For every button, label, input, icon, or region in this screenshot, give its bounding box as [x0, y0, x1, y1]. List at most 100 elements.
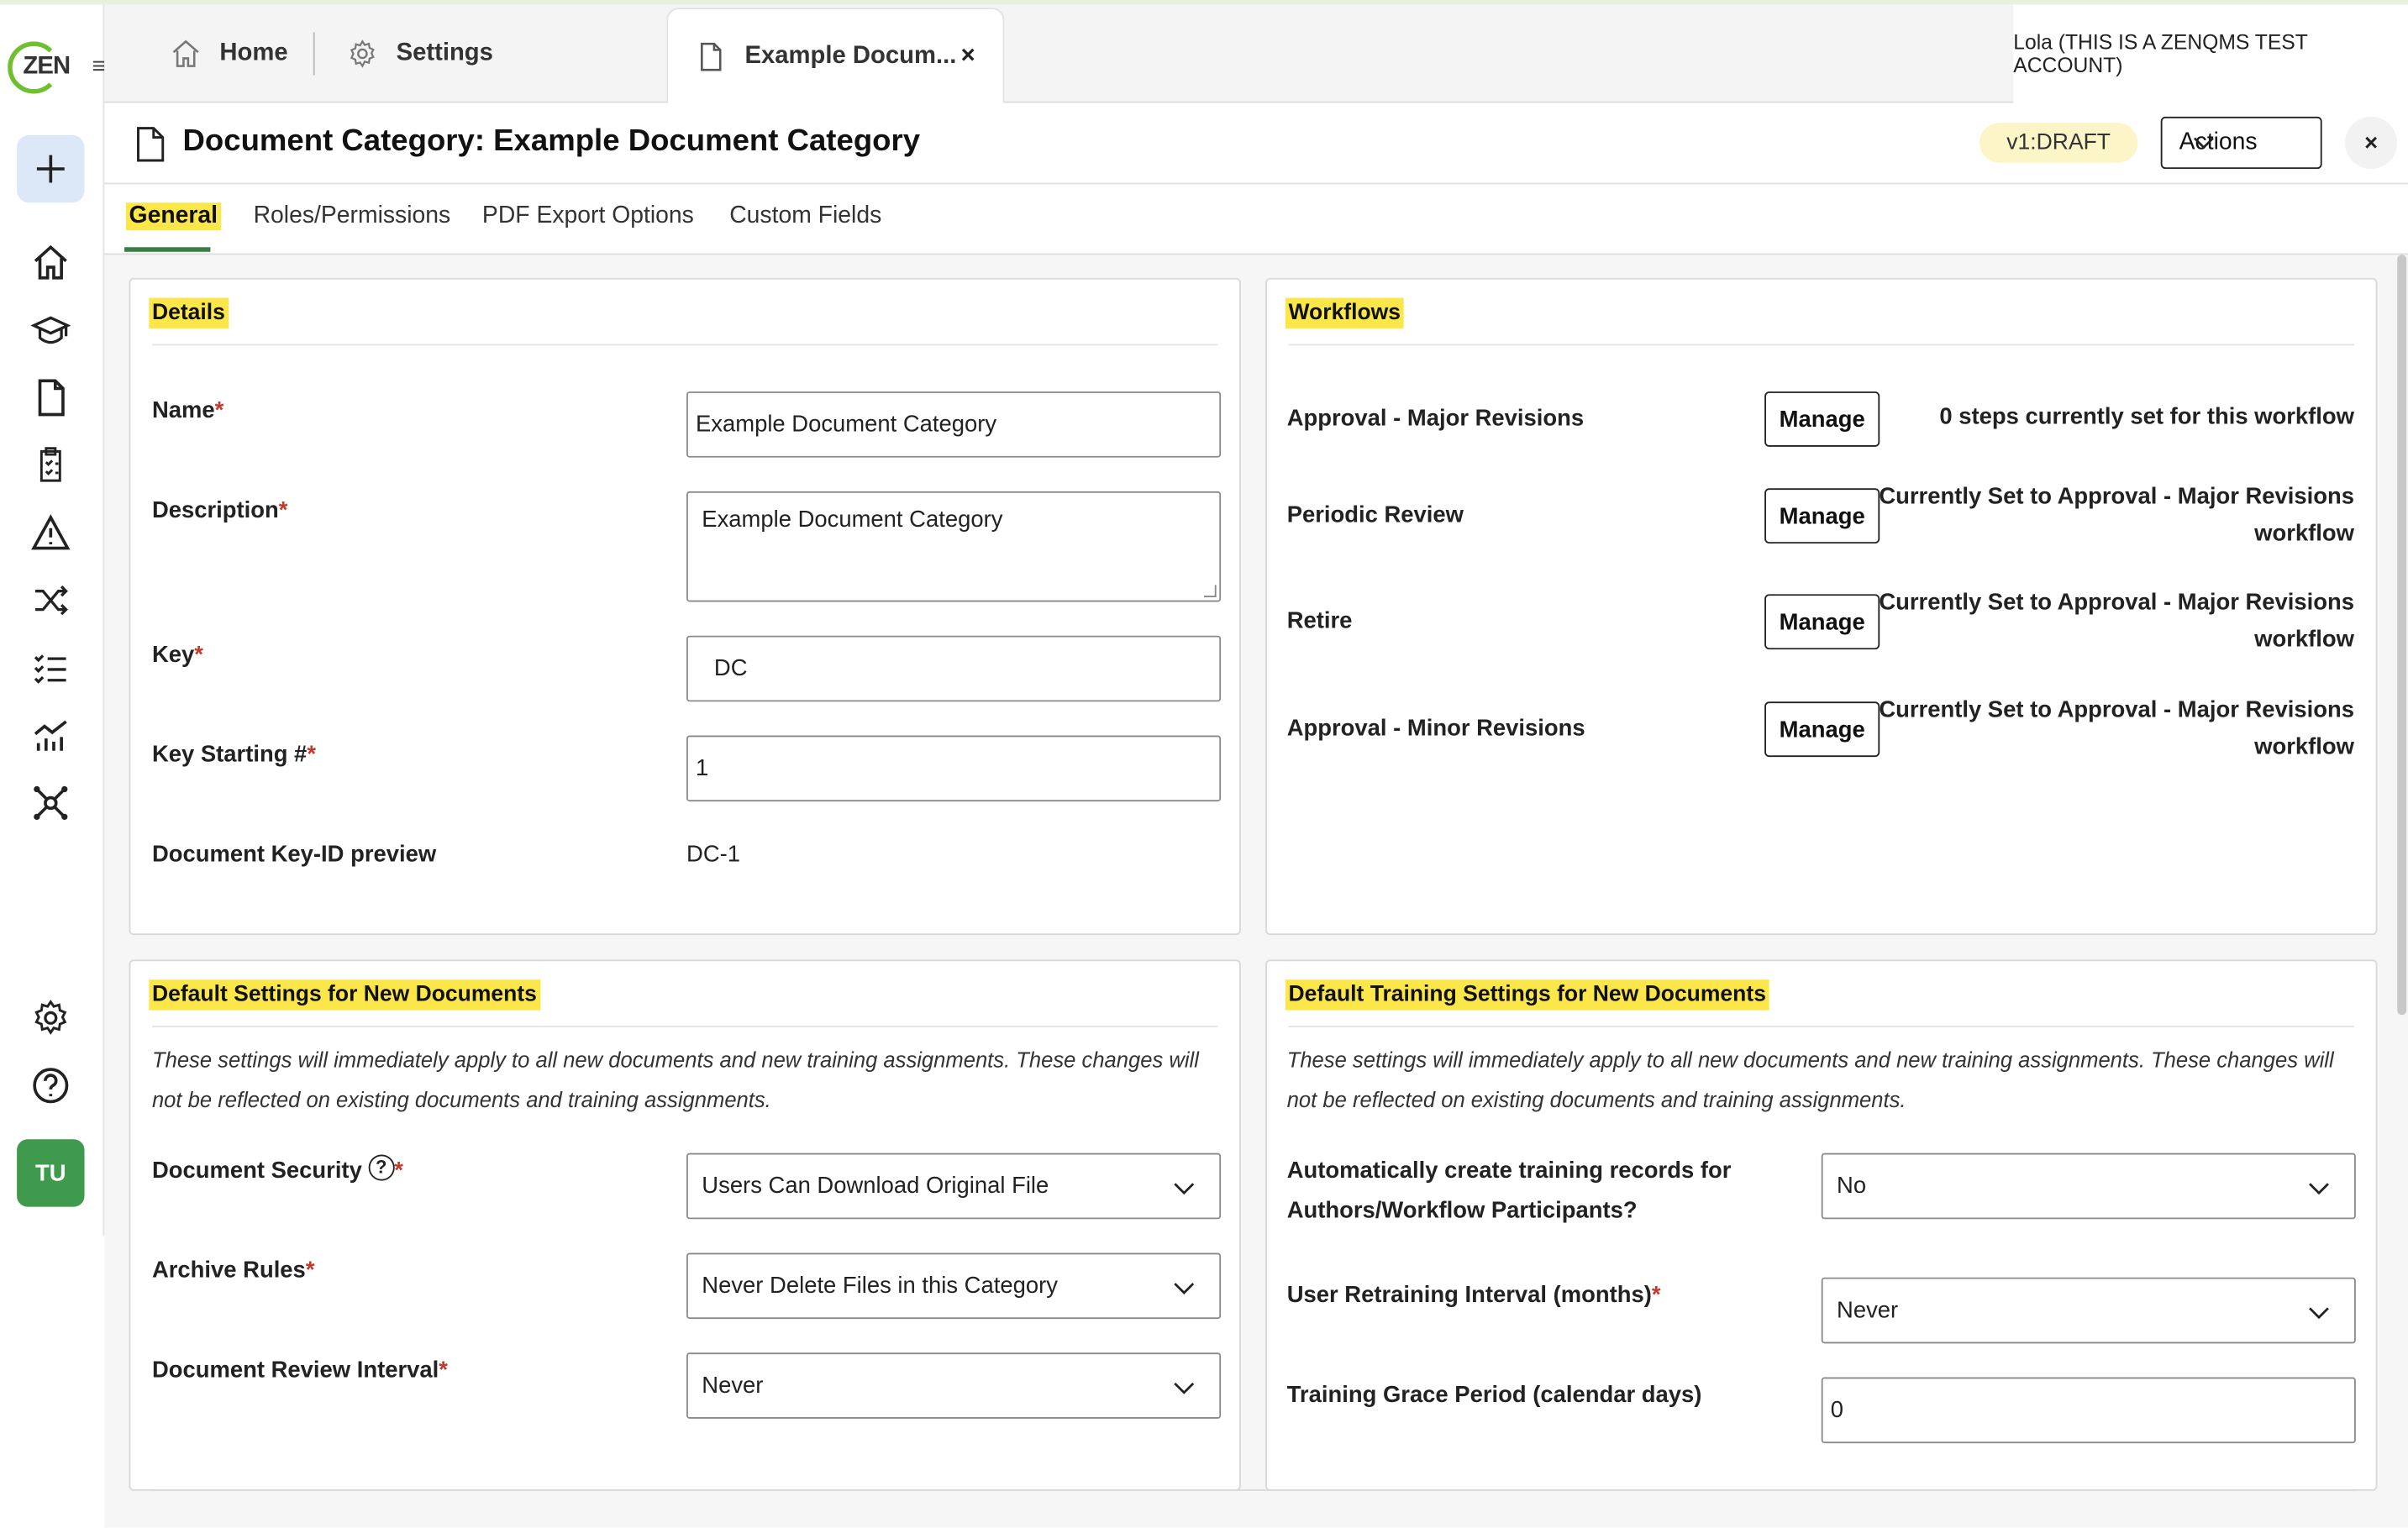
document-icon [701, 41, 722, 71]
shuffle-icon[interactable] [29, 579, 72, 622]
workflow-name: Retire [1286, 607, 1353, 634]
version-status-badge: v1:DRAFT [1980, 123, 2138, 163]
plus-icon [36, 155, 65, 183]
document-security-value: Users Can Download Original File [702, 1173, 1049, 1200]
document-security-label: Document Security? * [152, 1152, 403, 1192]
tab-example-document-label: Example Docum... [744, 42, 957, 69]
warning-icon[interactable] [29, 512, 72, 554]
default-settings-panel: Default Settings for New Documents These… [129, 959, 1241, 1491]
default-settings-note: These settings will immediately apply to… [151, 1047, 1199, 1112]
workflows-panel: Workflows Approval - Major Revisions Man… [1265, 277, 2378, 936]
required-mark: * [278, 497, 288, 524]
main-content: Details Name* Example Document Category … [104, 255, 2408, 1528]
create-new-button[interactable] [17, 134, 85, 203]
workflow-status: Currently Set to Approval - Major Revisi… [1879, 589, 2355, 653]
tab-settings[interactable]: Settings [347, 4, 493, 102]
logo-text: ZEN [23, 53, 71, 81]
actions-label: Actions [2179, 129, 2258, 155]
retraining-interval-value: Never [1837, 1297, 1899, 1324]
help-icon[interactable]: ? [368, 1154, 395, 1181]
training-settings-heading: Default Training Settings for New Docume… [1285, 979, 1769, 1011]
close-page-button[interactable]: × [2345, 116, 2398, 170]
network-hub-icon[interactable] [29, 781, 72, 824]
key-start-label-text: Key Starting # [151, 741, 308, 768]
left-rail: ZEN ≡ TU [0, 4, 106, 1237]
name-field[interactable]: Example Document Category [686, 391, 1222, 458]
tab-home-label: Home [219, 39, 288, 66]
document-review-interval-select[interactable]: Never [686, 1352, 1222, 1419]
tab-home[interactable]: Home [171, 4, 288, 102]
tab-custom-fields[interactable]: Custom Fields [729, 202, 881, 230]
task-list-icon[interactable] [29, 647, 72, 690]
required-mark: * [305, 1257, 315, 1284]
chevron-down-icon [1174, 1283, 1195, 1294]
required-mark: * [194, 642, 203, 669]
chevron-down-icon [2309, 1307, 2329, 1320]
key-starting-number-field[interactable]: 1 [686, 735, 1222, 802]
resize-handle[interactable] [1203, 585, 1217, 598]
checklist-clipboard-icon[interactable] [29, 444, 72, 486]
chevron-down-icon [2309, 1183, 2329, 1195]
required-mark: * [439, 1357, 448, 1384]
tab-example-document[interactable]: Example Docum... × [666, 8, 1005, 103]
account-name[interactable]: Lola (THIS IS A ZENQMS TEST ACCOUNT) [2013, 4, 2408, 103]
auto-create-label-line-1: Automatically create training records fo… [1286, 1158, 1732, 1184]
training-grace-period-field[interactable]: 0 [1821, 1377, 2356, 1444]
close-tab-icon[interactable]: × [961, 42, 975, 70]
required-mark: * [1651, 1282, 1661, 1309]
user-avatar[interactable]: TU [17, 1139, 85, 1207]
workflow-name: Periodic Review [1286, 501, 1464, 528]
description-field[interactable]: Example Document Category [686, 491, 1222, 602]
description-label-text: Description [151, 497, 279, 524]
required-mark: * [307, 741, 317, 768]
document-security-select[interactable]: Users Can Download Original File [686, 1153, 1222, 1220]
vertical-scrollbar[interactable] [2397, 255, 2407, 1016]
training-settings-panel: Default Training Settings for New Docume… [1265, 959, 2378, 1491]
archive-rules-value: Never Delete Files in this Category [702, 1273, 1058, 1300]
top-tab-bar: Home Settings Example Docum... × Lola (T… [104, 4, 2408, 103]
workflow-status: Currently Set to Approval - Major Revisi… [1879, 483, 2355, 547]
archive-rules-select[interactable]: Never Delete Files in this Category [686, 1252, 1222, 1320]
tab-pdf-export-options[interactable]: PDF Export Options [482, 202, 694, 230]
document-review-interval-label: Document Review Interval* [152, 1351, 448, 1391]
help-circle-icon[interactable] [29, 1064, 72, 1107]
analytics-chart-icon[interactable] [29, 714, 72, 757]
training-cap-icon[interactable] [29, 308, 72, 351]
bottom-divider [150, 1489, 2356, 1491]
description-label: Description* [152, 491, 288, 532]
workflow-name: Approval - Major Revisions [1286, 405, 1585, 432]
auto-create-training-label: Automatically create training records fo… [1287, 1152, 1732, 1231]
details-heading: Details [149, 297, 229, 329]
settings-gear-icon[interactable] [29, 996, 72, 1039]
document-icon [137, 127, 165, 162]
key-field[interactable]: DC [686, 635, 1222, 702]
auto-create-training-value: No [1837, 1173, 1867, 1200]
key-starting-number-label: Key Starting #* [152, 736, 316, 776]
training-grace-period-label: Training Grace Period (calendar days) [1286, 1382, 1702, 1409]
document-review-interval-value: Never [702, 1373, 764, 1399]
auto-create-label-line-2: Authors/Workflow Participants? [1286, 1197, 1638, 1224]
key-id-preview-value: DC-1 [686, 841, 741, 868]
section-tabs: General Roles/Permissions PDF Export Opt… [104, 184, 2408, 255]
auto-create-training-select[interactable]: No [1821, 1153, 2356, 1220]
chevron-down-icon [1174, 1183, 1195, 1195]
retrain-label-text: User Retraining Interval (months) [1286, 1282, 1652, 1309]
actions-dropdown-button[interactable]: Actions [2160, 116, 2322, 170]
tab-general[interactable]: General [125, 202, 221, 231]
home-icon[interactable] [29, 241, 72, 284]
divider [1288, 1025, 2355, 1027]
gear-icon [350, 39, 375, 68]
tab-roles-permissions[interactable]: Roles/Permissions [254, 202, 451, 230]
home-icon [172, 39, 199, 67]
tab-settings-label: Settings [396, 39, 493, 66]
workflow-name: Approval - Minor Revisions [1286, 715, 1585, 742]
zen-logo[interactable]: ZEN [8, 41, 72, 94]
documents-icon[interactable] [29, 376, 72, 419]
review-label-text: Document Review Interval [151, 1357, 439, 1384]
workflows-heading: Workflows [1285, 297, 1404, 329]
retraining-interval-select[interactable]: Never [1821, 1277, 2356, 1344]
required-mark: * [214, 397, 224, 424]
required-mark: * [394, 1158, 403, 1184]
workflow-status: Currently Set to Approval - Major Revisi… [1879, 696, 2355, 760]
chevron-down-icon [2193, 137, 2214, 150]
